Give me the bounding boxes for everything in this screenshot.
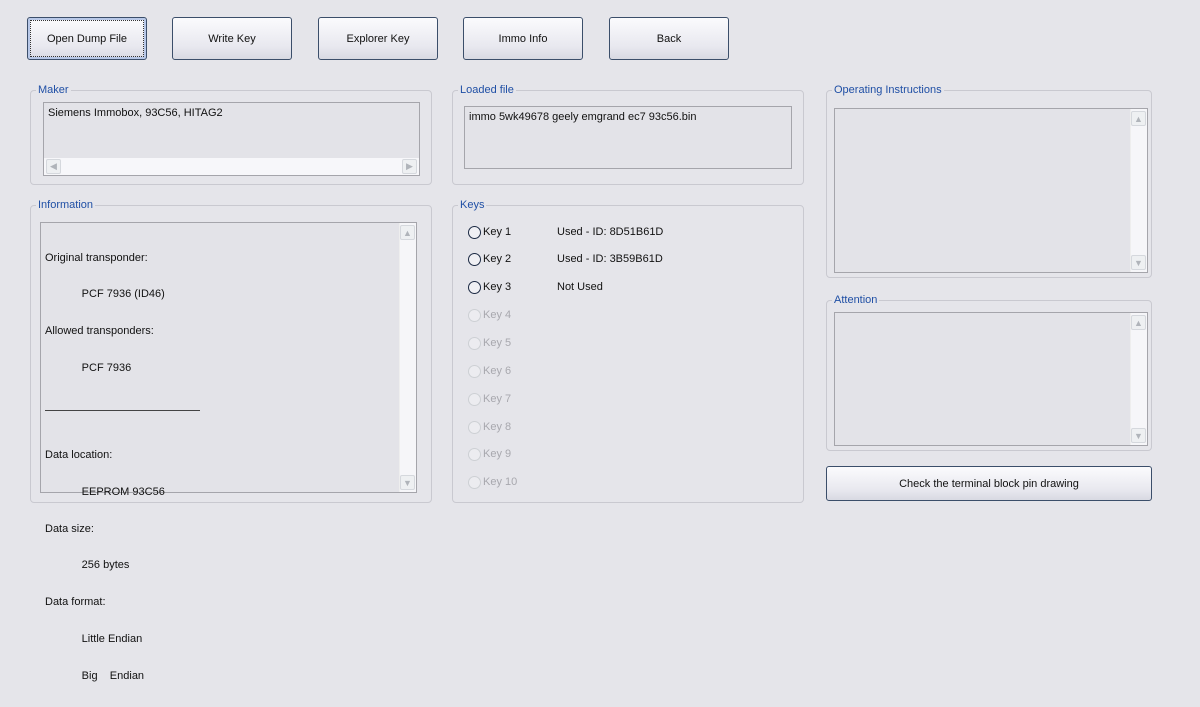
maker-group: Maker Siemens Immobox, 93C56, HITAG2 ◀ ▶ [30, 84, 432, 185]
vertical-scrollbar[interactable]: ▲ ▼ [399, 223, 416, 492]
keys-group: Keys Key 1 Used - ID: 8D51B61D Key 2 Use… [452, 199, 804, 503]
vertical-scrollbar[interactable]: ▲ ▼ [1130, 109, 1147, 272]
radio-icon [468, 447, 481, 461]
radio-icon[interactable] [468, 225, 481, 239]
key-label: Key 1 [483, 226, 512, 238]
key-label: Key 9 [483, 448, 512, 460]
info-line: Little Endian [45, 633, 143, 646]
info-line: PCF 7936 [45, 362, 132, 375]
key-4-radio: Key 4 [468, 307, 511, 323]
operating-instructions-group: Operating Instructions ▲ ▼ [826, 84, 1152, 278]
scroll-up-icon[interactable]: ▲ [1131, 315, 1146, 330]
maker-textbox[interactable]: Siemens Immobox, 93C56, HITAG2 ◀ ▶ [43, 102, 420, 176]
radio-icon[interactable] [468, 252, 481, 266]
info-line: Data format: [45, 596, 106, 609]
key-8-radio: Key 8 [468, 419, 511, 435]
information-label: Information [36, 199, 96, 212]
key-label: Key 6 [483, 365, 512, 377]
loaded-file-value: immo 5wk49678 geely emgrand ec7 93c56.bi… [469, 111, 697, 123]
info-line: EEPROM 93C56 [45, 485, 165, 498]
key-label: Key 4 [483, 309, 512, 321]
key-label: Key 2 [483, 253, 512, 265]
radio-icon[interactable] [468, 280, 481, 294]
scroll-down-icon[interactable]: ▼ [400, 475, 415, 490]
radio-icon [468, 308, 481, 322]
information-text: Original transponder: PCF 7936 (ID46) Al… [45, 227, 200, 707]
attention-textbox[interactable]: ▲ ▼ [834, 312, 1148, 446]
attention-group: Attention ▲ ▼ [826, 294, 1152, 451]
maker-value: Siemens Immobox, 93C56, HITAG2 [48, 107, 223, 119]
maker-label: Maker [36, 84, 71, 97]
info-line: PCF 7936 (ID46) [45, 288, 165, 301]
info-line: Data size: [45, 522, 94, 535]
info-line: 256 bytes [45, 559, 130, 572]
key-label: Key 10 [483, 476, 518, 488]
radio-icon [468, 475, 481, 489]
key-label: Key 7 [483, 393, 512, 405]
key-9-radio: Key 9 [468, 446, 511, 462]
radio-icon [468, 420, 481, 434]
operating-instructions-label: Operating Instructions [832, 84, 944, 97]
immo-info-button[interactable]: Immo Info [463, 17, 583, 60]
loaded-file-label: Loaded file [458, 84, 516, 97]
loaded-file-textbox[interactable]: immo 5wk49678 geely emgrand ec7 93c56.bi… [464, 106, 792, 169]
loaded-file-group: Loaded file immo 5wk49678 geely emgrand … [452, 84, 804, 185]
info-line: Allowed transponders: [45, 325, 154, 338]
key-3-radio[interactable]: Key 3 [468, 279, 511, 295]
radio-icon [468, 336, 481, 350]
info-line: Big Endian [45, 670, 145, 683]
key-1-status: Used - ID: 8D51B61D [557, 226, 664, 238]
key-5-radio: Key 5 [468, 335, 511, 351]
key-6-radio: Key 6 [468, 363, 511, 379]
explorer-key-button[interactable]: Explorer Key [318, 17, 438, 60]
back-button[interactable]: Back [609, 17, 729, 60]
key-7-radio: Key 7 [468, 391, 511, 407]
write-key-button[interactable]: Write Key [172, 17, 292, 60]
key-3-status: Not Used [557, 281, 603, 293]
check-terminal-block-button[interactable]: Check the terminal block pin drawing [826, 466, 1152, 501]
scroll-left-icon[interactable]: ◀ [46, 159, 61, 174]
key-10-radio: Key 10 [468, 474, 517, 490]
info-line: Original transponder: [45, 251, 148, 264]
scroll-up-icon[interactable]: ▲ [400, 225, 415, 240]
scroll-up-icon[interactable]: ▲ [1131, 111, 1146, 126]
attention-label: Attention [832, 294, 880, 307]
key-1-radio[interactable]: Key 1 [468, 224, 511, 240]
scroll-down-icon[interactable]: ▼ [1131, 428, 1146, 443]
info-line: Data location: [45, 448, 113, 461]
keys-label: Keys [458, 199, 487, 212]
key-label: Key 3 [483, 281, 512, 293]
info-separator [45, 399, 200, 424]
scroll-right-icon[interactable]: ▶ [402, 159, 417, 174]
operating-instructions-textbox[interactable]: ▲ ▼ [834, 108, 1148, 273]
key-2-radio[interactable]: Key 2 [468, 251, 511, 267]
horizontal-scrollbar[interactable]: ◀ ▶ [44, 158, 419, 175]
information-textbox[interactable]: Original transponder: PCF 7936 (ID46) Al… [40, 222, 417, 682]
information-group: Information Original transponder: PCF 79… [30, 199, 432, 682]
radio-icon [468, 364, 481, 378]
radio-icon [468, 392, 481, 406]
scroll-down-icon[interactable]: ▼ [1131, 255, 1146, 270]
open-dump-file-button[interactable]: Open Dump File [27, 17, 147, 60]
key-label: Key 8 [483, 421, 512, 433]
key-2-status: Used - ID: 3B59B61D [557, 253, 663, 265]
key-label: Key 5 [483, 337, 512, 349]
vertical-scrollbar[interactable]: ▲ ▼ [1130, 313, 1147, 445]
